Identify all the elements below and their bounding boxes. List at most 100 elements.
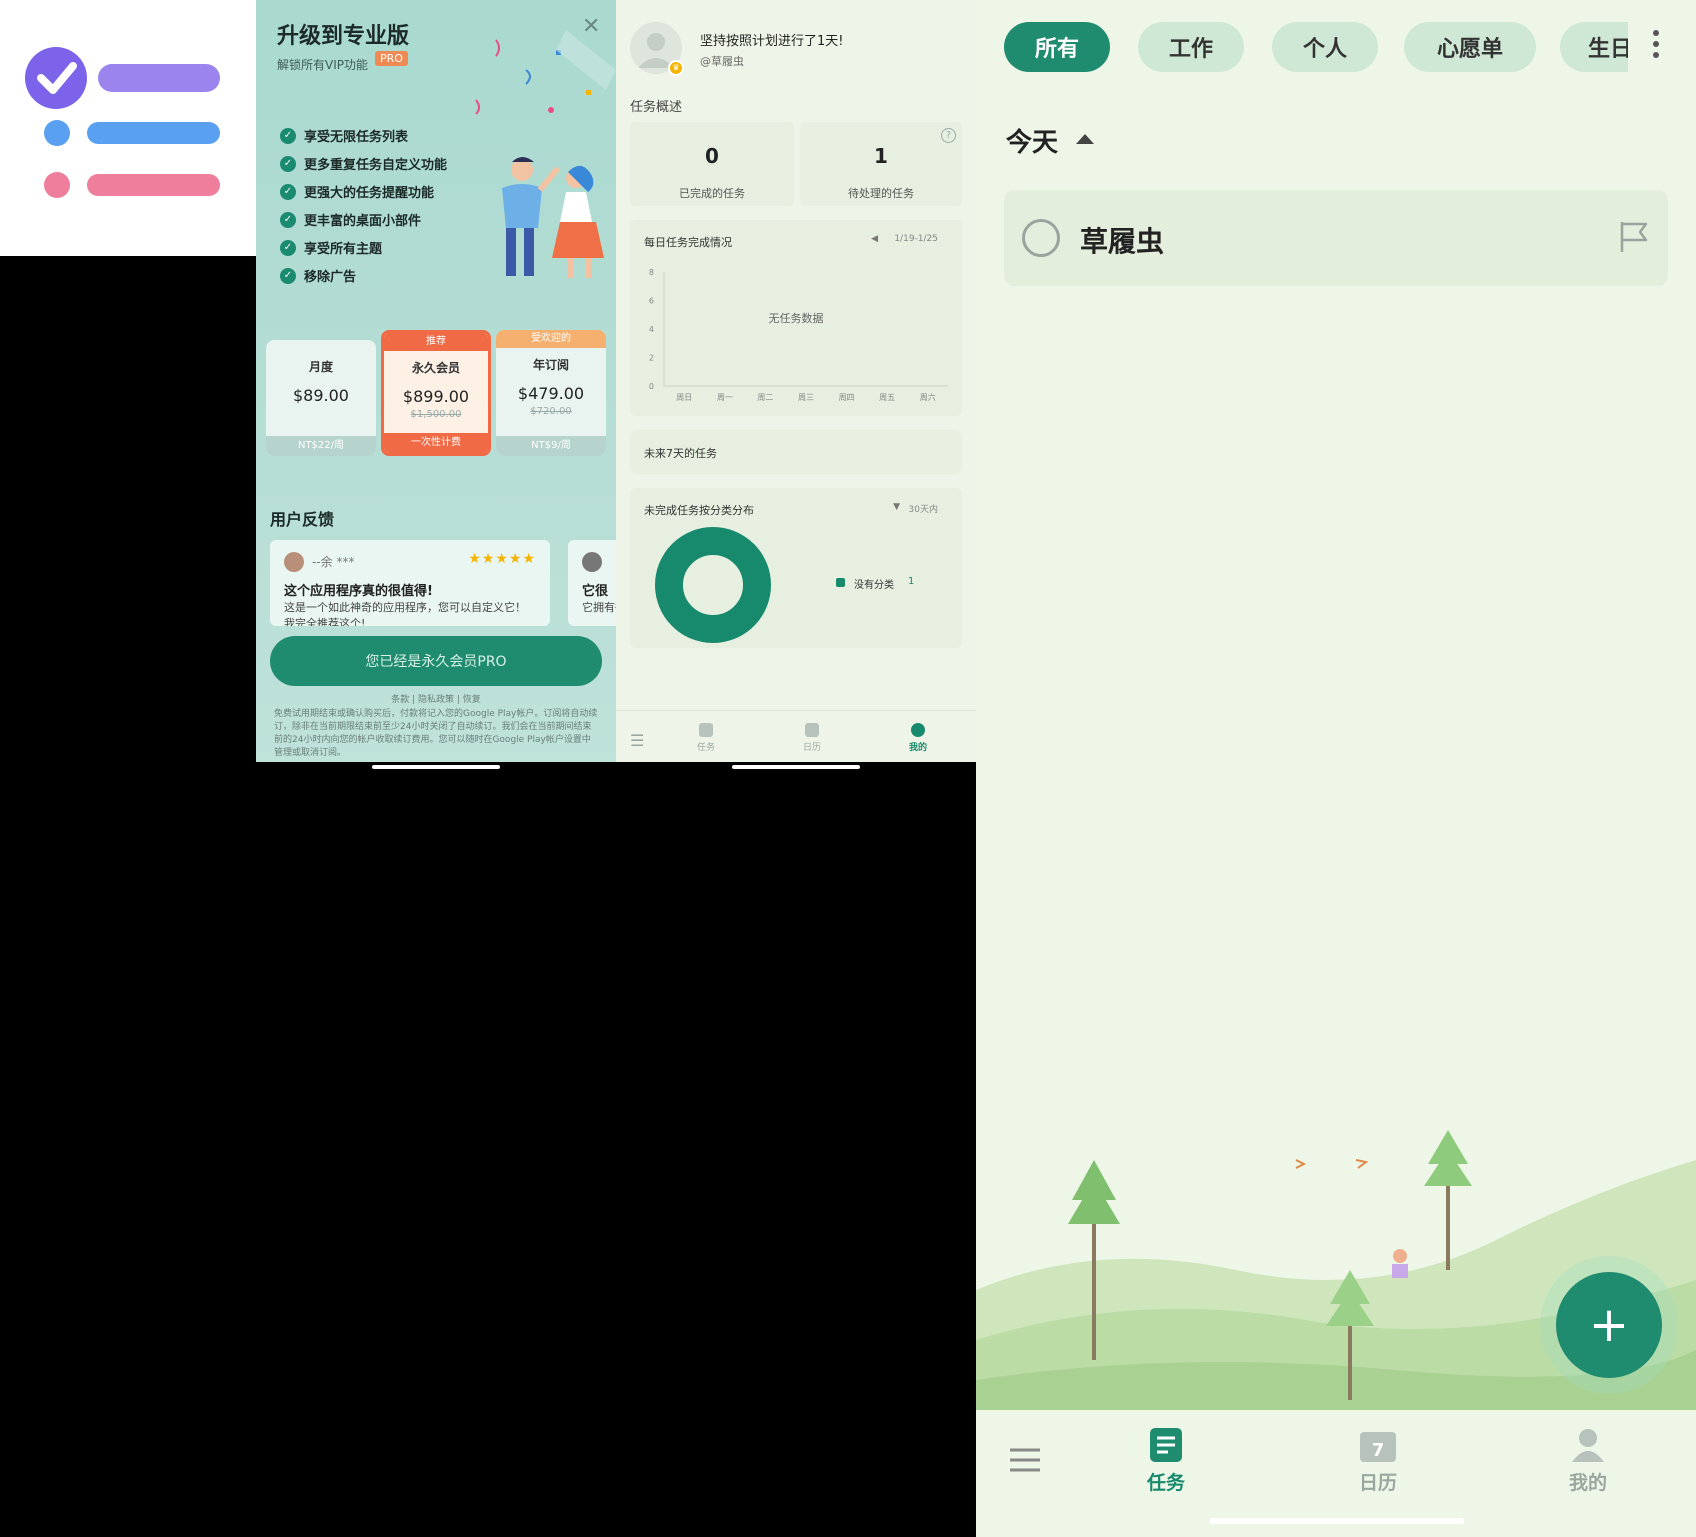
empty-chart-message: 无任务数据	[768, 312, 824, 325]
chevron-left-icon[interactable]: ◀	[871, 234, 878, 244]
check-icon: ✓	[280, 211, 296, 228]
y-tick-label: 4	[649, 325, 654, 334]
x-tick-label: 周三	[798, 393, 814, 402]
x-tick-label: 周六	[920, 392, 936, 402]
username: @草履虫	[700, 55, 744, 68]
more-options-icon[interactable]	[1652, 30, 1660, 62]
daily-chart-card: 每日任务完成情况 ◀ 1/19-1/25 0 2 4 6 8 周日 周一 周二 周三 周四 周五 周六…	[630, 220, 962, 416]
tab-wishlist[interactable]: 心愿单	[1404, 22, 1536, 72]
streak-text: 坚持按照计划进行了1天!	[700, 34, 844, 49]
recommended-tag: 推荐	[384, 333, 488, 351]
calendar-icon	[805, 723, 819, 737]
x-tick-label: 周五	[879, 393, 895, 402]
upgrade-panel: 升级到专业版 解锁所有VIP功能 PRO ✕ ✓ 享受无限任务列表 ✓ 更多重复任务…	[256, 0, 616, 762]
donut-slice	[655, 527, 771, 643]
x-tick-label: 周一	[717, 393, 733, 402]
section-today[interactable]: 今天	[1006, 122, 1058, 159]
feature-item: ✓ 更丰富的桌面小部件	[280, 210, 421, 229]
member-status-button[interactable]: 您已经是永久会员PRO	[270, 636, 602, 686]
tasks-icon	[699, 723, 713, 737]
home-indicator	[1210, 1518, 1464, 1524]
nav-calendar[interactable]: 日历	[792, 723, 832, 753]
nav-calendar[interactable]: 7 日历	[1338, 1428, 1418, 1495]
home-indicator	[372, 765, 500, 769]
close-icon[interactable]: ✕	[582, 16, 600, 38]
feedback-title: 用户反馈	[270, 510, 335, 529]
task-title: 草履虫	[1080, 225, 1165, 258]
plan-monthly[interactable]: 月度 $89.00 NT$22/周	[266, 340, 376, 456]
tab-birthday[interactable]: 生日	[1560, 22, 1628, 72]
rating-stars: ★★★★★	[468, 551, 536, 567]
upgrade-title: 升级到专业版	[277, 24, 410, 49]
menu-icon[interactable]	[1008, 1446, 1042, 1474]
svg-text:7: 7	[1372, 1440, 1385, 1461]
check-icon: ✓	[280, 127, 296, 144]
task-checkbox[interactable]	[1022, 219, 1060, 257]
bottom-nav: 任务 7 日历 我的	[976, 1410, 1696, 1510]
confetti-decoration	[475, 30, 616, 115]
popular-tag: 受欢迎的	[496, 330, 606, 348]
tab-work[interactable]: 工作	[1138, 22, 1244, 72]
range-dropdown[interactable]: 30天内	[909, 502, 938, 515]
home-indicator	[732, 765, 860, 769]
plan-lifetime[interactable]: 推荐 永久会员 $899.00 $1,500.00 一次性计费	[381, 330, 491, 456]
y-tick-label: 8	[649, 268, 654, 277]
app-logo	[0, 0, 256, 256]
feature-item: ✓ 更多重复任务自定义功能	[280, 154, 447, 173]
x-tick-label: 周四	[839, 393, 855, 402]
user-icon	[1572, 1429, 1604, 1462]
collapse-arrow-icon[interactable]	[1076, 134, 1094, 144]
category-donut-chart	[655, 527, 771, 643]
avatar	[582, 552, 602, 572]
nav-tasks[interactable]: 任务	[1126, 1428, 1206, 1495]
check-icon: ✓	[280, 239, 296, 256]
flag-icon[interactable]	[1618, 220, 1650, 254]
x-tick-label: 周二	[757, 393, 773, 402]
avatar	[284, 552, 304, 572]
y-tick-label: 0	[649, 382, 654, 391]
daily-chart: 0 2 4 6 8 周日 周一 周二 周三 周四 周五 周六	[649, 268, 948, 402]
y-tick-label: 2	[649, 354, 654, 363]
feature-item: ✓ 享受无限任务列表	[280, 126, 408, 145]
feature-item: ✓ 享受所有主题	[280, 238, 382, 257]
dropdown-icon[interactable]: ▼	[893, 502, 900, 512]
pro-badge: PRO	[375, 51, 408, 66]
nav-me[interactable]: 我的	[898, 723, 938, 753]
add-task-button[interactable]: +	[1556, 1272, 1662, 1378]
review-card[interactable]: 它很 它拥有很多	[568, 540, 616, 626]
check-icon: ✓	[280, 183, 296, 200]
calendar-icon: 7	[1360, 1432, 1396, 1462]
tasks-icon	[1150, 1428, 1182, 1462]
feature-item: ✓ 移除广告	[280, 266, 356, 285]
next7-card[interactable]: 未来7天的任务	[630, 430, 962, 474]
crown-icon: ♛	[668, 60, 684, 76]
check-icon: ✓	[280, 267, 296, 284]
plan-yearly[interactable]: 受欢迎的 年订阅 $479.00 $720.00 NT$9/周	[496, 330, 606, 456]
profile-panel: ♛ 坚持按照计划进行了1天! @草履虫 任务概述 0 已完成的任务 ? 1 待处…	[616, 0, 976, 762]
x-tick-label: 周日	[676, 393, 692, 402]
nav-me[interactable]: 我的	[1548, 1428, 1628, 1495]
user-icon	[911, 723, 925, 737]
bottom-nav: ☰ 任务 日历 我的	[616, 710, 976, 762]
completed-stat-card: 0 已完成的任务	[630, 122, 794, 206]
celebrating-people-illustration	[502, 157, 604, 278]
subscription-fine-print: 免费试用期结束或确认购买后，付款将记入您的Google Play帐户。订阅将自动…	[274, 709, 598, 758]
overview-title: 任务概述	[630, 100, 683, 115]
review-card[interactable]: --余 *** ★★★★★ 这个应用程序真的很值得! 这是一个如此神奇的应用程序…	[270, 540, 550, 626]
help-icon[interactable]: ?	[941, 128, 956, 143]
task-list-panel: 所有 工作 个人 心愿单 生日 今天 草履虫 + 任务 7 日历 我的	[976, 0, 1696, 1537]
tab-personal[interactable]: 个人	[1272, 22, 1378, 72]
checklist-logo-icon	[25, 47, 220, 198]
legal-links[interactable]: 条款 | 隐私政策 | 恢复	[256, 692, 616, 705]
tab-all[interactable]: 所有	[1004, 22, 1110, 72]
legend-swatch	[836, 578, 845, 587]
nav-tasks[interactable]: 任务	[686, 723, 726, 753]
feature-item: ✓ 更强大的任务提醒功能	[280, 182, 434, 201]
menu-icon[interactable]: ☰	[630, 731, 644, 750]
pending-stat-card: ? 1 待处理的任务	[800, 122, 962, 206]
category-chart-card: 未完成任务按分类分布 ▼ 30天内 没有分类 1	[630, 488, 962, 648]
task-item[interactable]: 草履虫	[1004, 190, 1668, 286]
tab-birthday-clip: 生日	[1560, 22, 1628, 72]
upgrade-subtitle: 解锁所有VIP功能	[277, 58, 368, 72]
y-tick-label: 6	[649, 297, 654, 306]
